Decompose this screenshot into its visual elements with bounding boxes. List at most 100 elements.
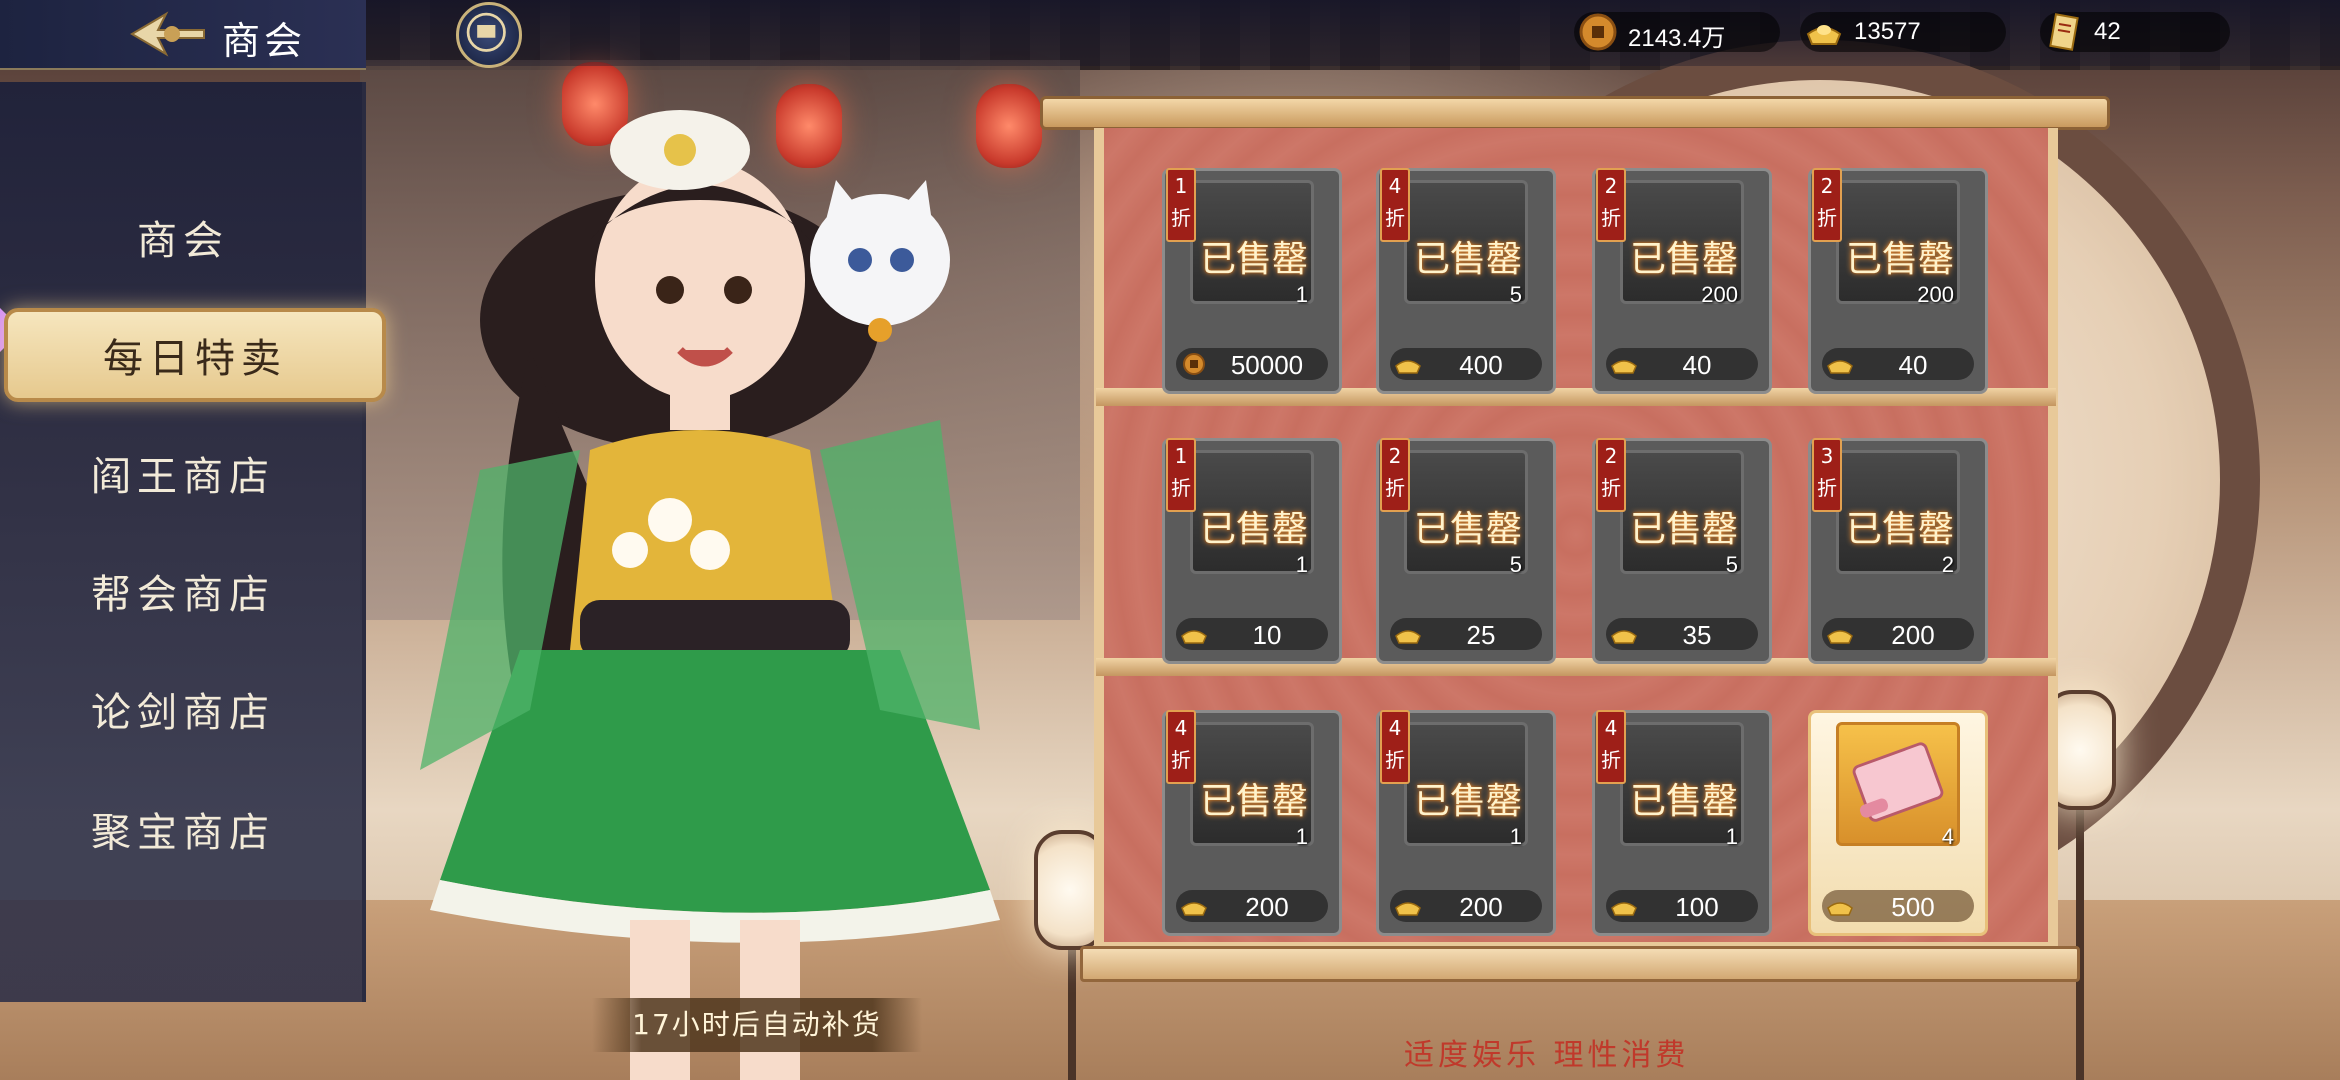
price-bar: 200 [1822, 618, 1974, 650]
lamp-pole [2076, 790, 2084, 1080]
shop-item-card[interactable]: 1 4 折已售罄 200 [1162, 710, 1342, 936]
shop-item-card[interactable]: 1 4 折已售罄 100 [1592, 710, 1772, 936]
page-title: 商会 [222, 19, 307, 63]
sold-out-label: 已售罄 [1629, 781, 1738, 822]
copper-coin-counter[interactable]: 2143.4万 [1574, 12, 1780, 52]
nav-item-daily-sale[interactable]: 每日特卖 [4, 308, 386, 402]
item-quantity: 4 [1941, 824, 1954, 849]
shop-item-card[interactable]: 1 1 折已售罄 50000 [1162, 168, 1342, 394]
discount-suffix: 折 [1171, 476, 1191, 500]
item-quantity: 1 [1509, 824, 1522, 849]
discount-suffix: 折 [1385, 748, 1405, 772]
discount-value: 1 [1174, 444, 1188, 468]
discount-suffix: 折 [1817, 476, 1837, 500]
discount-value: 4 [1174, 716, 1188, 740]
sold-out-label: 已售罄 [1629, 239, 1738, 280]
discount-suffix: 折 [1385, 476, 1405, 500]
sold-out-label: 已售罄 [1199, 781, 1308, 822]
copper-coin-icon [1579, 13, 1617, 51]
shop-item-card[interactable]: 1 1 折已售罄 10 [1162, 438, 1342, 664]
gold-ingot-icon [1806, 25, 1842, 45]
item-price: 100 [1675, 892, 1719, 922]
discount-suffix: 折 [1601, 476, 1621, 500]
title-area: 商会 [0, 0, 366, 70]
nav-item-guild-shop[interactable]: 帮会商店 [0, 548, 366, 634]
nav-item-label: 商会 [137, 218, 229, 264]
sold-out-label: 已售罄 [1629, 509, 1738, 550]
shop-item-card[interactable]: 4 500 [1808, 710, 1988, 936]
shopkeeper-character [420, 110, 1000, 1080]
item-quantity: 1 [1295, 282, 1308, 307]
discount-suffix: 折 [1601, 206, 1621, 230]
gold-ingot-icon [1826, 894, 1854, 918]
gold-ingot-icon [1394, 622, 1422, 646]
shelf-base [1080, 946, 2080, 982]
item-quantity: 5 [1509, 552, 1522, 577]
shop-item-card[interactable]: 5 4 折已售罄 400 [1376, 168, 1556, 394]
shop-nav-sidebar: 商会 每日特卖 阎王商店 帮会商店 论剑商店 聚宝商店 [0, 82, 386, 1002]
price-bar: 100 [1606, 890, 1758, 922]
shop-item-card[interactable]: 1 4 折已售罄 200 [1376, 710, 1556, 936]
sold-out-label: 已售罄 [1199, 239, 1308, 280]
item-quantity: 1 [1725, 824, 1738, 849]
price-bar: 40 [1822, 348, 1974, 380]
sold-out-label: 已售罄 [1413, 781, 1522, 822]
item-quantity: 1 [1295, 552, 1308, 577]
item-price: 50000 [1230, 350, 1304, 380]
restock-timer: 17小时后自动补货 [592, 998, 922, 1052]
price-bar: 40 [1606, 348, 1758, 380]
discount-value: 4 [1388, 716, 1402, 740]
gold-ingot-icon [1826, 352, 1854, 376]
item-quantity: 5 [1509, 282, 1522, 307]
shop-item-card[interactable]: 200 2 折已售罄 40 [1592, 168, 1772, 394]
gold-ingot-icon [1394, 894, 1422, 918]
scroll-ticket-icon [2049, 13, 2079, 51]
discount-value: 4 [1604, 716, 1618, 740]
item-quantity: 200 [1701, 282, 1738, 307]
shop-item-card[interactable]: 200 2 折已售罄 40 [1808, 168, 1988, 394]
discount-value: 3 [1820, 444, 1834, 468]
discount-value: 1 [1174, 174, 1188, 198]
sold-out-label: 已售罄 [1413, 509, 1522, 550]
gold-ingot-counter[interactable]: 13577 [1800, 12, 2006, 52]
shop-item-card[interactable]: 5 2 折已售罄 25 [1376, 438, 1556, 664]
copper-coin-value: 2143.4万 [1628, 25, 1726, 52]
gold-ingot-icon [1826, 622, 1854, 646]
item-price: 500 [1891, 892, 1935, 922]
gold-ingot-icon [1394, 352, 1422, 376]
back-arrow-icon[interactable] [128, 8, 208, 60]
play-advice-text: 适度娱乐 理性消费 [1404, 1038, 1690, 1073]
shelf-top-beam [1040, 96, 2110, 130]
gold-ingot-icon [1610, 894, 1638, 918]
nav-item-yanwang-shop[interactable]: 阎王商店 [0, 430, 366, 516]
nav-item-label: 帮会商店 [91, 572, 275, 618]
item-price: 35 [1682, 620, 1712, 650]
sold-out-label: 已售罄 [1845, 509, 1954, 550]
scroll-ticket-value: 42 [2094, 18, 2121, 45]
gold-ingot-value: 13577 [1854, 18, 1921, 45]
nav-item-lunjian-shop[interactable]: 论剑商店 [0, 666, 366, 752]
discount-suffix: 折 [1171, 748, 1191, 772]
price-bar: 35 [1606, 618, 1758, 650]
discount-suffix: 折 [1385, 206, 1405, 230]
sold-out-label: 已售罄 [1845, 239, 1954, 280]
nav-item-shanghui[interactable]: 商会 [0, 194, 366, 280]
nav-item-jubao-shop[interactable]: 聚宝商店 [0, 786, 366, 872]
sold-out-label: 已售罄 [1199, 509, 1308, 550]
gold-ingot-icon [1610, 622, 1638, 646]
scroll-ticket-counter[interactable]: 42 [2040, 12, 2230, 52]
shop-emblem-icon[interactable] [456, 2, 522, 68]
item-quantity: 5 [1725, 552, 1738, 577]
discount-value: 2 [1820, 174, 1834, 198]
discount-suffix: 折 [1817, 206, 1837, 230]
item-price: 200 [1459, 892, 1503, 922]
copper-coin-icon [1180, 352, 1208, 376]
item-price: 400 [1459, 350, 1503, 380]
shop-item-card[interactable]: 5 2 折已售罄 35 [1592, 438, 1772, 664]
item-price: 40 [1898, 350, 1928, 380]
gold-ingot-icon [1180, 894, 1208, 918]
price-bar: 200 [1176, 890, 1328, 922]
shop-item-card[interactable]: 2 3 折已售罄 200 [1808, 438, 1988, 664]
price-bar: 400 [1390, 348, 1542, 380]
item-price: 25 [1466, 620, 1496, 650]
